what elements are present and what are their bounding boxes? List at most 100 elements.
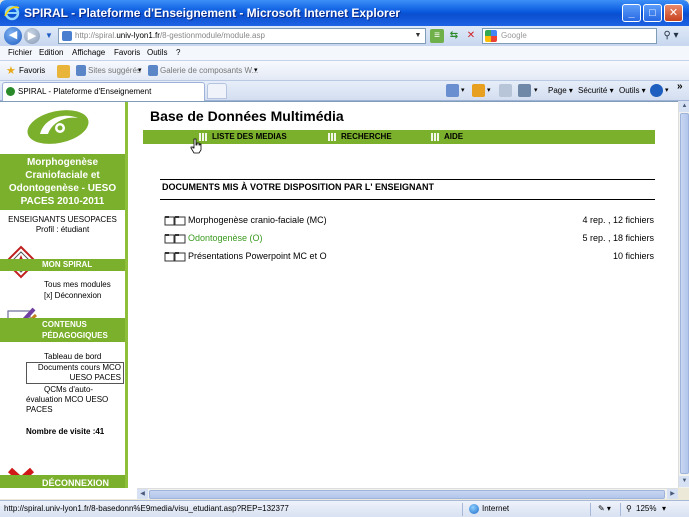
document-name[interactable]: Morphogenèse cranio-faciale (MC): [188, 214, 327, 227]
document-name[interactable]: Présentations Powerpoint MC et O: [188, 250, 327, 263]
vertical-scrollbar[interactable]: ▲ ▼: [678, 101, 689, 488]
tab-spiral[interactable]: SPIRAL - Plateforme d'Enseignement: [2, 82, 205, 101]
page-menu[interactable]: Page ▾: [548, 86, 573, 95]
suggested-sites-link[interactable]: Sites suggérés: [88, 66, 141, 75]
home-icon[interactable]: [446, 84, 459, 97]
menu-help[interactable]: ?: [176, 48, 180, 57]
document-name[interactable]: Odontogenèse (O): [188, 232, 263, 245]
suggested-dropdown-icon[interactable]: ▾: [138, 66, 142, 74]
url-suffix: /8-gestionmodule/module.asp: [159, 31, 265, 40]
media-list-tab[interactable]: LISTE DES MEDIAS: [199, 131, 287, 143]
document-row[interactable]: Présentations Powerpoint MC et O 10 fich…: [164, 250, 654, 264]
hand-cursor-icon: [190, 138, 202, 154]
spiral-favicon: [6, 87, 15, 96]
scroll-up-icon[interactable]: ▲: [679, 101, 689, 112]
favorites-star-icon: ★: [6, 65, 16, 77]
security-zone: Internet: [482, 504, 510, 513]
folder-icon: [164, 234, 186, 244]
mon-spiral-heading: MON SPIRAL: [0, 259, 125, 271]
course-documents-link[interactable]: Documents cours MCO UESO PACES: [26, 362, 124, 384]
left-sidebar: Morphogenèse Craniofaciale et Odontogenè…: [0, 102, 128, 488]
folder-icon: [164, 252, 186, 262]
vertical-scroll-thumb[interactable]: [680, 113, 689, 474]
divider-bottom: [160, 199, 655, 200]
print-icon[interactable]: [518, 84, 531, 97]
feeds-dropdown-icon[interactable]: ▾: [487, 86, 491, 94]
security-menu[interactable]: Sécurité ▾: [578, 86, 614, 95]
document-count: 5 rep. , 18 fichiers: [582, 233, 654, 243]
menu-fichier[interactable]: Fichier: [8, 48, 32, 57]
help-dropdown-icon[interactable]: ▾: [665, 86, 669, 94]
help-icon[interactable]: [650, 84, 663, 97]
menu-bar: Fichier Edition Affichage Favoris Outils…: [0, 46, 689, 61]
address-dropdown-icon[interactable]: ▼: [412, 30, 424, 42]
url-host: univ-lyon1.fr: [116, 31, 160, 40]
compat-view-icon[interactable]: ≡: [430, 29, 444, 43]
browser-window: SPIRAL - Plateforme d'Enseignement - Mic…: [0, 0, 689, 517]
internet-zone-icon: [469, 504, 479, 514]
home-dropdown-icon[interactable]: ▾: [461, 86, 465, 94]
tools-menu[interactable]: Outils ▾: [619, 86, 646, 95]
address-input[interactable]: http://spiral.univ-lyon1.fr/8-gestionmod…: [58, 28, 426, 44]
horizontal-scroll-thumb[interactable]: [149, 490, 665, 499]
document-count: 4 rep. , 12 fichiers: [582, 215, 654, 225]
scroll-left-icon[interactable]: ◀: [137, 489, 148, 499]
nav-dropdown-icon[interactable]: ▼: [42, 29, 56, 43]
ie-icon: [4, 5, 20, 21]
scroll-right-icon[interactable]: ▶: [667, 489, 678, 499]
protected-mode-icon[interactable]: ✎ ▾: [598, 504, 611, 513]
stop-icon[interactable]: ✕: [464, 29, 478, 43]
refresh-icon[interactable]: ⇆: [447, 29, 461, 43]
document-row[interactable]: Odontogenèse (O) 5 rep. , 18 fichiers: [164, 232, 654, 246]
back-button[interactable]: ◀: [4, 27, 22, 45]
all-modules-link[interactable]: Tous mes modules: [44, 280, 111, 290]
close-button[interactable]: ✕: [664, 4, 683, 22]
minimize-button[interactable]: _: [622, 4, 641, 22]
logout-link[interactable]: [x] Déconnexion: [44, 291, 101, 301]
contenus-heading: CONTENUS PÉDAGOGIQUES: [0, 318, 125, 342]
horizontal-scrollbar[interactable]: ◀ ▶: [137, 488, 678, 499]
more-commands-button[interactable]: »: [677, 81, 683, 92]
url-prefix: http://spiral.: [75, 31, 117, 40]
web-slice-icon: [148, 65, 158, 76]
spiral-logo[interactable]: [0, 102, 125, 154]
qcm-link[interactable]: QCMs d'auto-évaluation MCO UESO PACES: [26, 385, 123, 415]
page-content: Morphogenèse Craniofaciale et Odontogenè…: [0, 101, 678, 488]
sidebar-bottom: [0, 488, 137, 499]
status-separator: [590, 503, 591, 516]
menu-affichage[interactable]: Affichage: [72, 48, 105, 57]
search-button[interactable]: ⚲ ▾: [659, 29, 683, 44]
divider-top: [160, 179, 655, 180]
menu-favoris[interactable]: Favoris: [114, 48, 140, 57]
dashboard-link[interactable]: Tableau de bord: [44, 352, 101, 362]
search-input[interactable]: Google: [482, 28, 657, 44]
document-row[interactable]: Morphogenèse cranio-faciale (MC) 4 rep. …: [164, 214, 654, 228]
tab-label: SPIRAL - Plateforme d'Enseignement: [18, 87, 152, 96]
address-toolbar: ◀ ▶ ▼ http://spiral.univ-lyon1.fr/8-gest…: [0, 26, 689, 46]
contenus-heading-line2: PÉDAGOGIQUES: [42, 331, 108, 340]
web-slice-gallery-link[interactable]: Galerie de composants W...: [160, 66, 258, 75]
logout-button[interactable]: DÉCONNEXION: [0, 475, 125, 488]
feeds-icon[interactable]: [472, 84, 485, 97]
status-url: http://spiral.univ-lyon1.fr/8-basedonn%E…: [4, 504, 289, 513]
zoom-dropdown-icon[interactable]: ▾: [662, 504, 666, 513]
maximize-button[interactable]: □: [643, 4, 662, 22]
mail-icon[interactable]: [499, 84, 512, 97]
forward-button[interactable]: ▶: [24, 28, 40, 44]
visit-count: Nombre de visite :41: [26, 427, 105, 436]
favorites-button[interactable]: Favoris: [19, 66, 45, 75]
help-tab[interactable]: AIDE: [431, 131, 463, 143]
gallery-dropdown-icon[interactable]: ▾: [254, 66, 258, 74]
print-dropdown-icon[interactable]: ▾: [534, 86, 538, 94]
scroll-down-icon[interactable]: ▼: [679, 476, 689, 487]
new-tab-button[interactable]: [207, 83, 227, 99]
security-menu-label: Sécurité: [578, 86, 608, 95]
zoom-icon[interactable]: ⚲: [626, 504, 632, 513]
add-favorite-icon[interactable]: [57, 65, 70, 78]
menu-outils[interactable]: Outils: [147, 48, 167, 57]
zoom-level[interactable]: 125%: [636, 504, 656, 513]
search-tab[interactable]: RECHERCHE: [328, 131, 392, 143]
menu-edition[interactable]: Edition: [39, 48, 63, 57]
course-title: Morphogenèse Craniofaciale et Odontogenè…: [0, 154, 125, 210]
tools-menu-label: Outils: [619, 86, 640, 95]
